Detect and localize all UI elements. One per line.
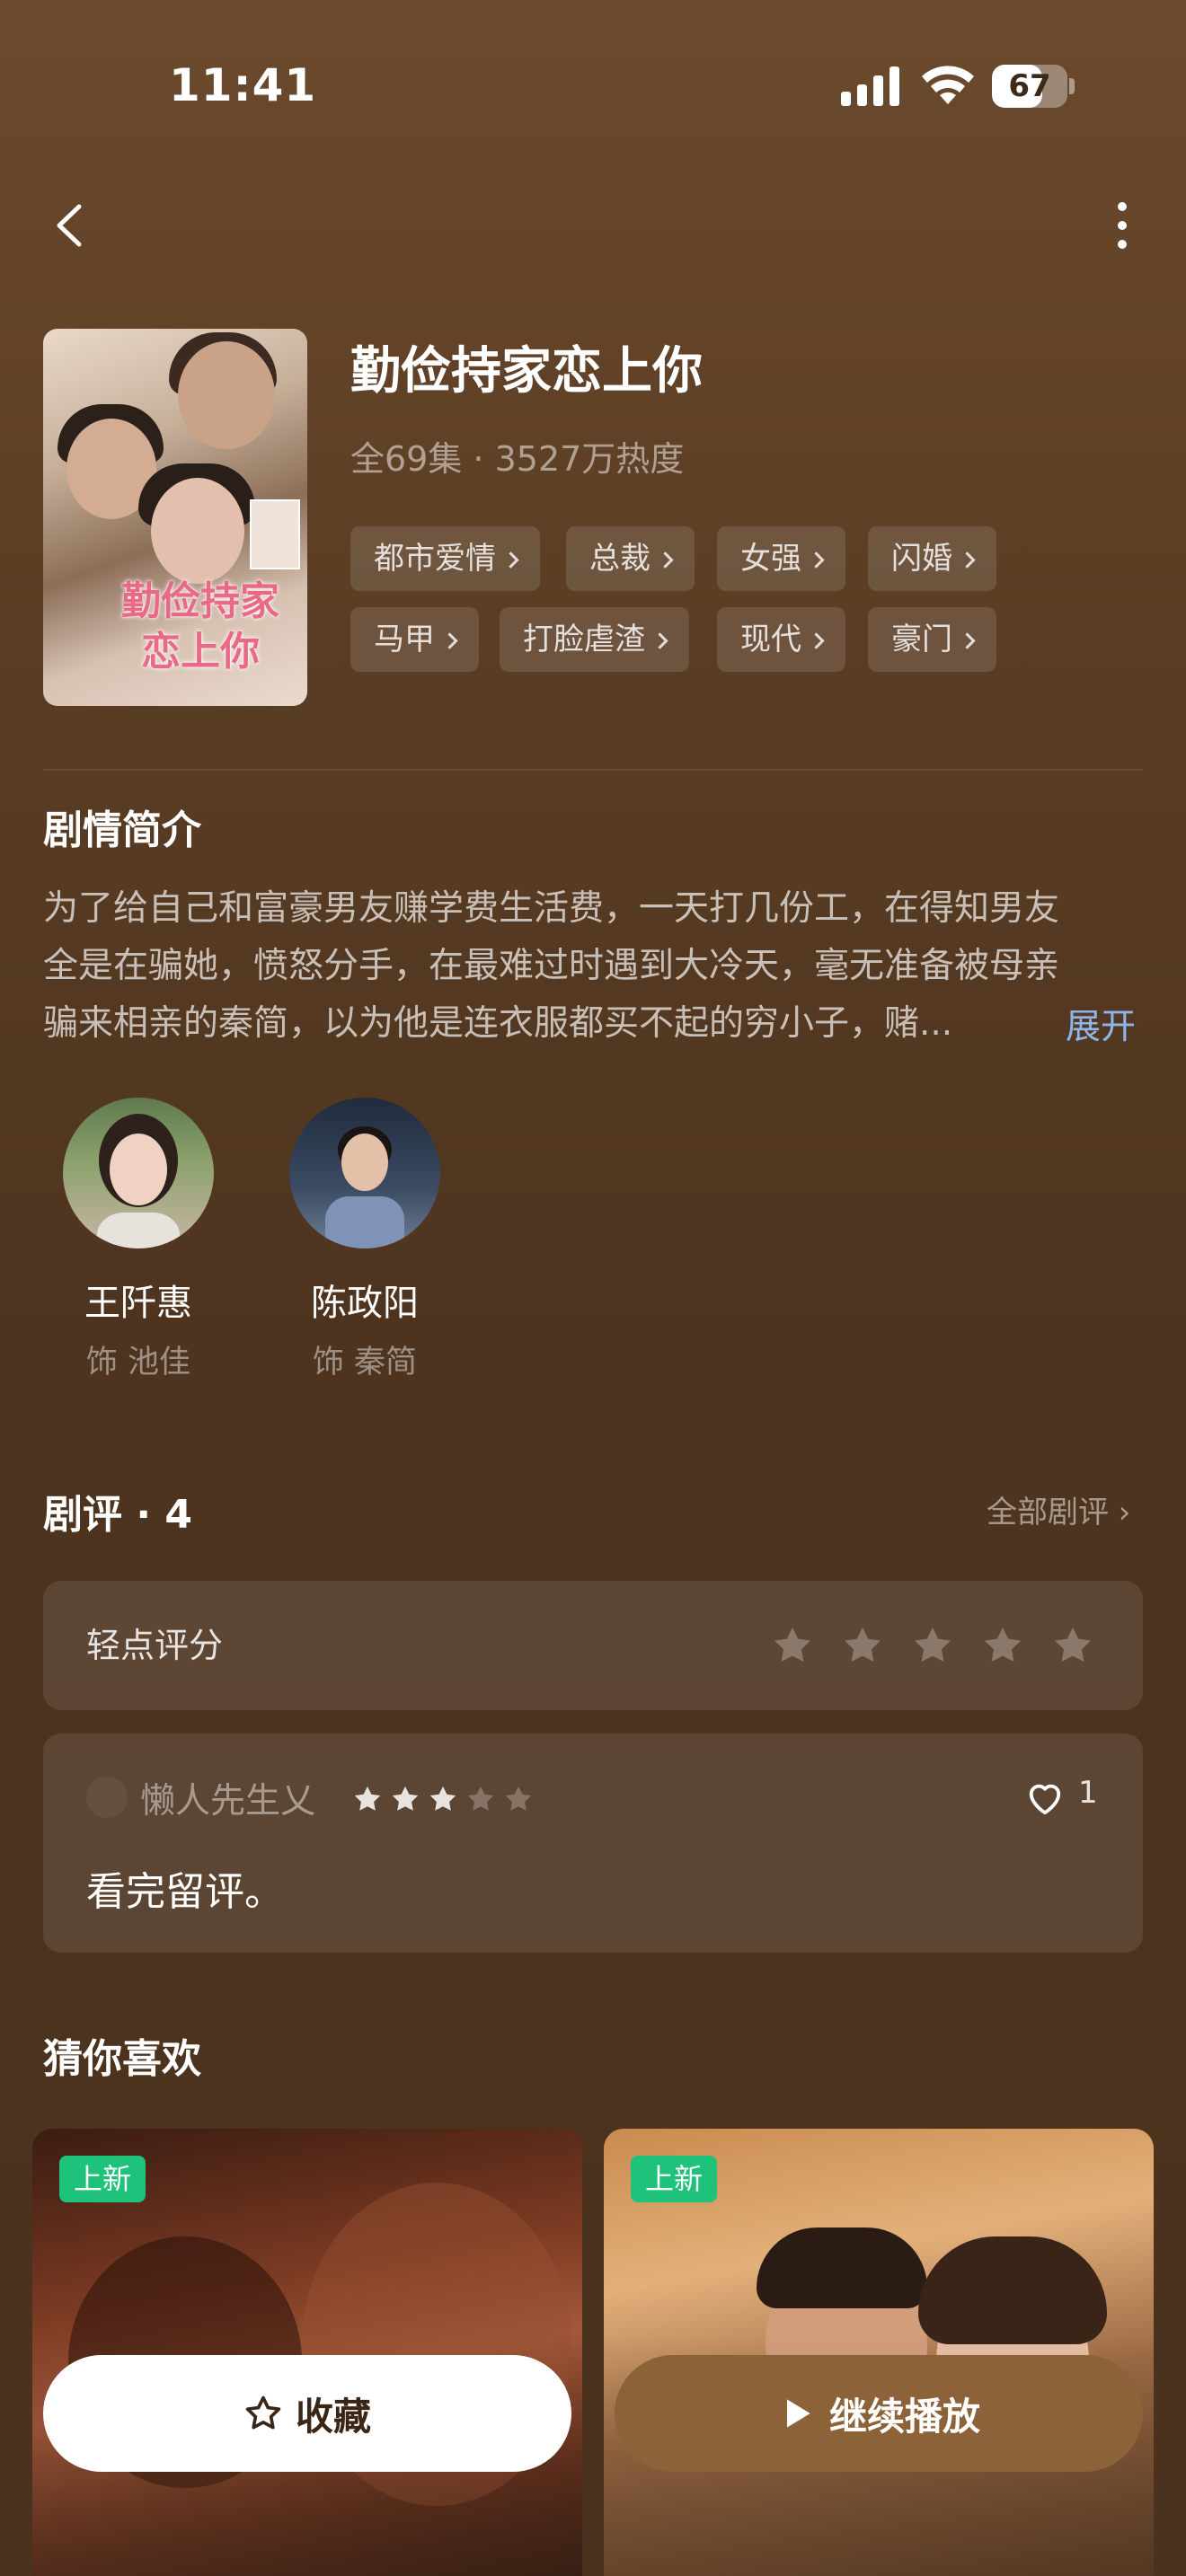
cast-photo [325,1126,404,1248]
continue-play-button[interactable]: 继续播放 [615,2355,1143,2472]
recommend-heading: 猜你喜欢 [43,2036,201,2082]
star-icon[interactable] [911,1624,954,1667]
rate-prompt: 轻点评分 [86,1626,224,1665]
tag-label: 现代 [740,622,801,657]
more-vertical-icon[interactable] [1102,196,1143,255]
star-empty-icon [505,1786,532,1811]
star-filled-icon [429,1786,456,1811]
tag-label: 都市爱情 [374,541,496,577]
chevron-right-icon [959,551,976,569]
tag-chip[interactable]: 闪婚 [868,526,996,591]
tag-chip[interactable]: 现代 [717,607,845,672]
synopsis-heading: 剧情简介 [43,807,201,853]
tag-chip[interactable]: 总裁 [566,526,695,591]
synopsis-line: 为了给自己和富豪男友赚学费生活费，一天打几份工，在得知男友 [43,888,1060,929]
star-icon[interactable] [771,1624,814,1667]
avatar [86,1777,128,1818]
tag-label: 打脸虐渣 [523,622,645,657]
battery-percent: 67 [1008,68,1051,104]
tag-label: 总裁 [589,541,651,577]
tag-chip[interactable]: 豪门 [868,607,996,672]
drama-meta: 全69集 · 3527万热度 [350,439,685,479]
star-empty-icon [467,1786,494,1811]
divider [43,769,1143,771]
battery-icon: 67 [992,65,1075,108]
expand-link[interactable]: 展开 [1066,999,1136,1049]
chevron-right-icon [441,632,458,649]
tag-label: 马甲 [374,622,435,657]
star-icon [245,2395,281,2430]
tag-label: 豪门 [891,622,952,657]
chevron-right-icon [502,551,519,569]
star-icon[interactable] [1051,1624,1094,1667]
all-reviews-label: 全部剧评 [987,1495,1109,1531]
chevron-right-icon [657,551,674,569]
synopsis-line: 骗来相亲的秦简，以为他是连衣服都买不起的穷小子，赌... [43,1003,953,1044]
reviewer-name: 懒人先生乂 [140,1781,316,1822]
synopsis-text: 为了给自己和富豪男友赚学费生活费，一天打几份工，在得知男友 全是在骗她，愤怒分手… [43,880,1148,1053]
drama-poster[interactable]: 勤俭持家恋上你 [43,329,307,706]
avatar[interactable] [289,1098,440,1248]
cast-role: 饰 秦简 [312,1345,418,1381]
heart-icon[interactable] [1024,1778,1066,1816]
play-label: 继续播放 [828,2394,980,2439]
tag-chip[interactable]: 都市爱情 [350,526,540,591]
cast-photo [97,1114,180,1248]
cast-role: 饰 池佳 [85,1345,191,1381]
chevron-right-icon [808,551,825,569]
chevron-right-icon [651,632,668,649]
status-time: 11:41 [169,59,317,111]
new-badge: 上新 [59,2156,146,2202]
chevron-left-icon[interactable] [45,196,99,255]
reviews-heading: 剧评 · 4 [43,1492,192,1538]
rating-card: 轻点评分 [43,1581,1143,1710]
cast-name: 陈政阳 [311,1283,419,1324]
tag-chip[interactable]: 马甲 [350,607,479,672]
drama-title: 勤俭持家恋上你 [350,342,703,401]
tag-label: 女强 [740,541,801,577]
review-text: 看完留评。 [86,1869,284,1915]
collect-label: 收藏 [295,2394,371,2439]
synopsis-line: 全是在骗她，愤怒分手，在最难过时遇到大冷天，毫无准备被母亲 [43,946,1060,986]
all-reviews-link[interactable]: 全部剧评 › [987,1487,1130,1531]
new-badge: 上新 [631,2156,718,2202]
chevron-right-icon [959,632,976,649]
avatar[interactable] [63,1098,214,1248]
wifi-icon [922,66,974,104]
star-filled-icon [392,1786,419,1811]
tag-chip[interactable]: 打脸虐渣 [500,607,689,672]
review-card[interactable]: 懒人先生乂 1 看完留评。 [43,1734,1143,1953]
cast-name: 王阡惠 [84,1283,192,1324]
poster-title: 勤俭持家恋上你 [121,578,279,675]
chevron-right-icon [808,632,825,649]
star-filled-icon [354,1786,381,1811]
like-count: 1 [1078,1775,1098,1811]
play-icon [786,2399,810,2428]
tag-label: 闪婚 [891,541,952,577]
star-icon[interactable] [841,1624,884,1667]
collect-button[interactable]: 收藏 [43,2355,571,2472]
star-icon[interactable] [981,1624,1024,1667]
tag-chip[interactable]: 女强 [717,526,845,591]
signal-icon [841,66,900,106]
